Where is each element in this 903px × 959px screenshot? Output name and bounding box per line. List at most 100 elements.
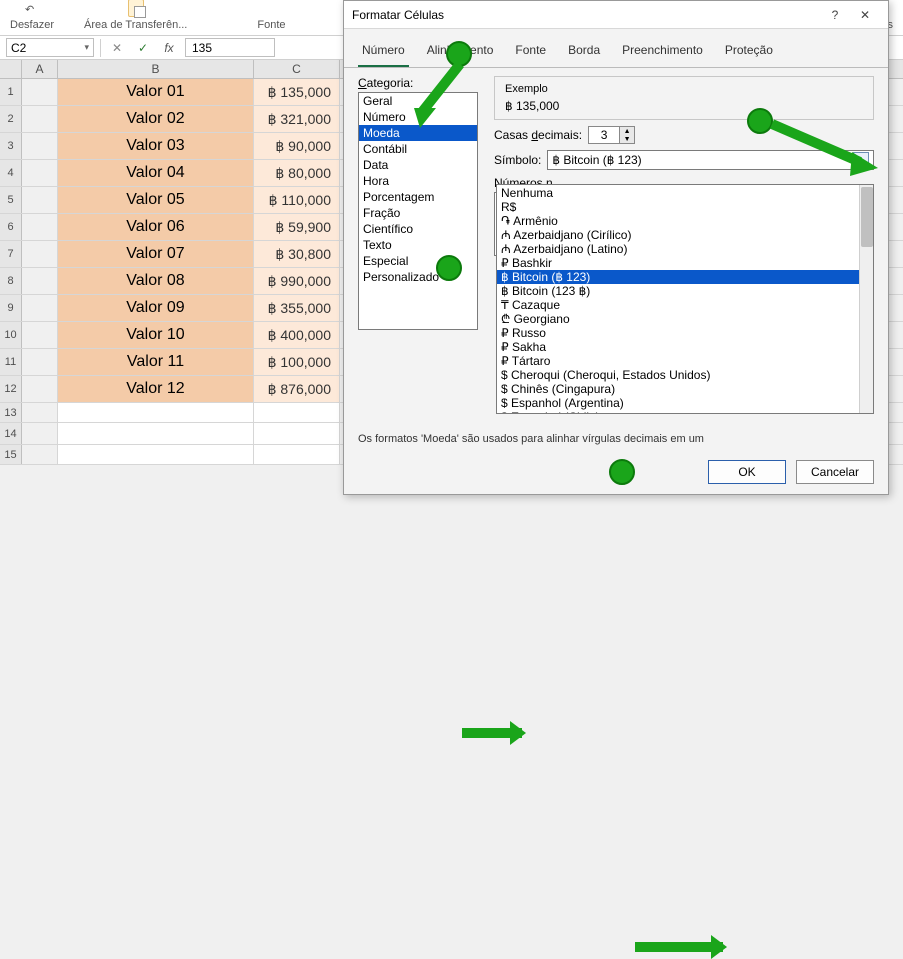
symbol-option[interactable]: ₾ Georgiano <box>497 312 859 326</box>
cell[interactable]: Valor 07 <box>58 241 254 267</box>
symbol-option[interactable]: ₼ Azerbaidjano (Latino) <box>497 242 859 256</box>
row-header[interactable]: 15 <box>0 445 22 464</box>
cell[interactable]: Valor 10 <box>58 322 254 348</box>
cell[interactable]: Valor 12 <box>58 376 254 402</box>
cell[interactable]: ฿ 355,000 <box>254 295 340 321</box>
cell[interactable]: ฿ 990,000 <box>254 268 340 294</box>
category-option[interactable]: Hora <box>359 173 477 189</box>
category-option[interactable]: Porcentagem <box>359 189 477 205</box>
cell[interactable]: ฿ 110,000 <box>254 187 340 213</box>
row-header[interactable]: 3 <box>0 133 22 159</box>
cell[interactable] <box>58 423 254 444</box>
tab-proteção[interactable]: Proteção <box>721 39 777 67</box>
category-option[interactable]: Texto <box>359 237 477 253</box>
cancel-formula-icon[interactable]: ✕ <box>107 38 127 57</box>
cell[interactable] <box>58 445 254 464</box>
cell[interactable] <box>22 403 58 422</box>
row-header[interactable]: 5 <box>0 187 22 213</box>
tab-fonte[interactable]: Fonte <box>511 39 550 67</box>
cell[interactable] <box>22 268 58 294</box>
cell[interactable]: Valor 08 <box>58 268 254 294</box>
row-header[interactable]: 4 <box>0 160 22 186</box>
tab-preenchimento[interactable]: Preenchimento <box>618 39 707 67</box>
cell[interactable]: ฿ 321,000 <box>254 106 340 132</box>
symbol-option[interactable]: $ Chinês (Cingapura) <box>497 382 859 396</box>
symbol-select[interactable]: ฿ Bitcoin (฿ 123) ▾ <box>547 150 874 170</box>
category-option[interactable]: Data <box>359 157 477 173</box>
tab-alinhamento[interactable]: Alinhamento <box>423 39 498 67</box>
row-header[interactable]: 7 <box>0 241 22 267</box>
cell[interactable]: ฿ 876,000 <box>254 376 340 402</box>
decimals-spinner[interactable]: ▲▼ <box>588 126 635 144</box>
symbol-option[interactable]: Nenhuma <box>497 186 859 200</box>
symbol-option[interactable]: $ Espanhol (Argentina) <box>497 396 859 410</box>
category-option[interactable]: Científico <box>359 221 477 237</box>
clipboard-icon[interactable] <box>128 0 144 17</box>
cell[interactable] <box>254 403 340 422</box>
fx-icon[interactable]: fx <box>159 38 179 57</box>
cell[interactable] <box>58 403 254 422</box>
row-header[interactable]: 14 <box>0 423 22 444</box>
cell[interactable] <box>22 133 58 159</box>
row-header[interactable]: 10 <box>0 322 22 348</box>
tab-borda[interactable]: Borda <box>564 39 604 67</box>
symbol-dropdown-list[interactable]: NenhumaR$֏ Armênio₼ Azerbaidjano (Ciríli… <box>496 184 874 414</box>
chevron-down-icon[interactable]: ▾ <box>853 152 869 168</box>
cell[interactable] <box>22 214 58 240</box>
cell[interactable]: ฿ 59,900 <box>254 214 340 240</box>
category-option[interactable]: Número <box>359 109 477 125</box>
undo-icon[interactable]: ↶ <box>25 3 39 17</box>
symbol-option[interactable]: R$ <box>497 200 859 214</box>
row-header[interactable]: 1 <box>0 79 22 105</box>
cell[interactable]: Valor 02 <box>58 106 254 132</box>
cancel-button[interactable]: Cancelar <box>796 460 874 484</box>
cell[interactable] <box>22 376 58 402</box>
scrollbar-thumb[interactable] <box>861 187 873 247</box>
cell[interactable] <box>254 423 340 444</box>
cell[interactable] <box>22 295 58 321</box>
help-button[interactable]: ? <box>820 8 850 22</box>
symbol-option[interactable]: ₽ Sakha <box>497 340 859 354</box>
symbol-option[interactable]: ₽ Bashkir <box>497 256 859 270</box>
symbol-option[interactable]: ₽ Tártaro <box>497 354 859 368</box>
row-header[interactable]: 11 <box>0 349 22 375</box>
step-up-icon[interactable]: ▲ <box>620 127 634 135</box>
row-header[interactable]: 8 <box>0 268 22 294</box>
cell[interactable]: ฿ 400,000 <box>254 322 340 348</box>
cell[interactable]: ฿ 80,000 <box>254 160 340 186</box>
cell[interactable]: Valor 09 <box>58 295 254 321</box>
col-header[interactable]: A <box>22 60 58 78</box>
cell[interactable] <box>22 349 58 375</box>
ok-button[interactable]: OK <box>708 460 786 484</box>
symbol-option[interactable]: $ Espanhol (Chile) <box>497 410 859 413</box>
symbol-option[interactable]: ₼ Azerbaidjano (Cirílico) <box>497 228 859 242</box>
tab-número[interactable]: Número <box>358 39 409 67</box>
cell[interactable] <box>22 160 58 186</box>
cell[interactable] <box>22 79 58 105</box>
category-option[interactable]: Especial <box>359 253 477 269</box>
cell[interactable]: Valor 04 <box>58 160 254 186</box>
symbol-option[interactable]: ֏ Armênio <box>497 214 859 228</box>
name-box[interactable]: C2▾ <box>6 38 94 57</box>
scrollbar[interactable] <box>859 185 873 413</box>
close-button[interactable]: ✕ <box>850 8 880 22</box>
cell[interactable] <box>22 445 58 464</box>
decimals-input[interactable] <box>588 126 620 144</box>
chevron-down-icon[interactable]: ▾ <box>84 42 89 53</box>
symbol-option[interactable]: ₽ Russo <box>497 326 859 340</box>
category-option[interactable]: Personalizado <box>359 269 477 285</box>
row-header[interactable]: 9 <box>0 295 22 321</box>
category-option[interactable]: Geral <box>359 93 477 109</box>
symbol-option[interactable]: ₸ Cazaque <box>497 298 859 312</box>
accept-formula-icon[interactable]: ✓ <box>133 38 153 57</box>
row-header[interactable]: 13 <box>0 403 22 422</box>
cell[interactable] <box>22 241 58 267</box>
col-header[interactable]: B <box>58 60 254 78</box>
cell[interactable]: Valor 05 <box>58 187 254 213</box>
step-down-icon[interactable]: ▼ <box>620 135 634 143</box>
cell[interactable]: Valor 03 <box>58 133 254 159</box>
cell[interactable]: Valor 06 <box>58 214 254 240</box>
symbol-option[interactable]: ฿ Bitcoin (฿ 123) <box>497 270 859 284</box>
cell[interactable]: Valor 01 <box>58 79 254 105</box>
category-option[interactable]: Contábil <box>359 141 477 157</box>
